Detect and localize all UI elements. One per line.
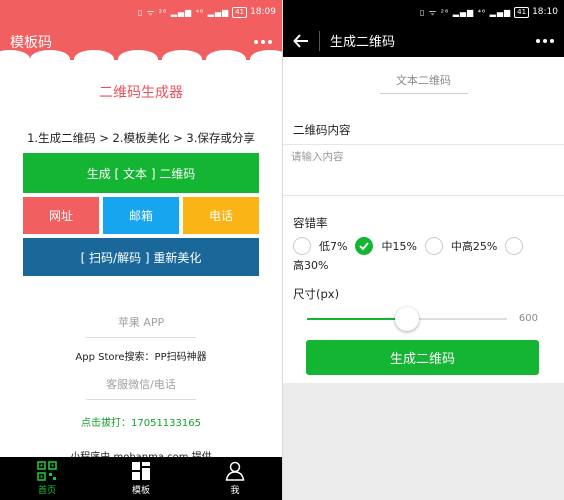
radio-label: 中15%	[381, 240, 417, 253]
header-separator	[319, 30, 320, 51]
size-label: 尺寸(px)	[293, 287, 340, 301]
radio-label: 中高25%	[450, 240, 498, 253]
ec-option-low[interactable]: 低7%	[293, 237, 347, 255]
tab-templates[interactable]: 模板	[94, 457, 188, 500]
status-time: 18:10	[532, 7, 558, 17]
mode-tab-area: 文本二维码	[283, 57, 564, 108]
header-title: 模板码	[10, 35, 52, 51]
size-slider[interactable]: 600	[283, 304, 564, 334]
page-title: 二维码生成器	[99, 85, 183, 101]
ec-option-high-radio[interactable]	[505, 237, 531, 255]
divider	[86, 399, 196, 400]
appstore-search-text: App Store搜索：PP扫码神器	[75, 352, 207, 363]
dial-phone-link[interactable]: 点击拔打：17051133165	[0, 414, 282, 429]
status-bar: ▯ ᯤ ²⁶ ▂▄▆ ⁴⁶ ▂▄▆ 41 18:09	[0, 0, 282, 24]
generate-qr-screen: ▯ ᯤ ²⁶ ▂▄▆ ⁴⁶ ▂▄▆ 41 18:10 生成二维码 文本二维码 二…	[283, 0, 564, 500]
status-bar: ▯ ᯤ ²⁶ ▂▄▆ ⁴⁶ ▂▄▆ 41 18:10	[283, 0, 564, 24]
content-label: 二维码内容	[293, 123, 351, 137]
divider	[86, 337, 196, 338]
scan-decode-button[interactable]: [ 扫码/解码 ] 重新美化	[23, 238, 259, 276]
qrcode-icon	[37, 461, 57, 481]
signal-icons: ▯ ᯤ ²⁶ ▂▄▆ ⁴⁶ ▂▄▆	[419, 7, 512, 17]
tab-label: 模板	[131, 486, 150, 496]
radio-circle[interactable]	[293, 237, 311, 255]
content-input[interactable]: 请输入内容	[283, 144, 564, 196]
app-header: 生成二维码	[283, 24, 564, 57]
battery-icon: 41	[514, 6, 530, 18]
slider-fill	[307, 318, 407, 320]
battery-icon: 41	[232, 6, 248, 18]
email-button[interactable]: 邮箱	[103, 197, 179, 234]
url-button[interactable]: 网址	[23, 197, 99, 234]
tab-label: 我	[230, 486, 240, 496]
bottom-tab-bar: 首页 模板 我	[0, 457, 282, 500]
type-buttons-row: 网址 邮箱 电话	[23, 197, 259, 234]
header-title: 生成二维码	[330, 35, 396, 50]
phone-button[interactable]: 电话	[183, 197, 259, 234]
ec-option-medium[interactable]: 中15%	[355, 237, 417, 255]
apple-app-label: 苹果 APP	[117, 316, 165, 329]
tab-text-qr[interactable]: 文本二维码	[396, 72, 451, 88]
tab-label: 首页	[37, 486, 56, 496]
home-screen: ▯ ᯤ ²⁶ ▂▄▆ ⁴⁶ ▂▄▆ 41 18:09 模板码 二维码生成器 1.…	[0, 0, 282, 500]
ec-option-high-label: 高30%	[293, 259, 329, 272]
radio-circle[interactable]	[424, 237, 443, 255]
tab-home[interactable]: 首页	[0, 457, 94, 500]
generate-qr-button[interactable]: 生成二维码	[306, 340, 539, 375]
radio-label: 低7%	[319, 240, 348, 253]
status-time: 18:09	[250, 7, 276, 17]
ec-option-medium-high[interactable]: 中高25%	[424, 237, 498, 255]
radio-circle[interactable]	[505, 237, 524, 255]
user-icon	[225, 461, 245, 481]
empty-area	[283, 383, 564, 500]
steps-text: 1.生成二维码 > 2.模板美化 > 3.保存或分享	[27, 131, 255, 145]
generate-text-qr-button[interactable]: 生成 [ 文本 ] 二维码	[23, 153, 259, 193]
service-contact-label: 客服微信/电话	[106, 378, 176, 391]
radio-checked-icon[interactable]	[355, 237, 374, 255]
slider-thumb[interactable]	[395, 307, 419, 331]
error-correction-label: 容错率	[293, 216, 328, 230]
size-value: 600	[518, 313, 538, 324]
tab-me[interactable]: 我	[188, 457, 282, 500]
signal-icons: ▯ ᯤ ²⁶ ▂▄▆ ⁴⁶ ▂▄▆	[137, 7, 230, 17]
more-icon[interactable]	[536, 38, 554, 43]
back-arrow-icon[interactable]	[293, 33, 309, 49]
more-icon[interactable]	[254, 40, 272, 44]
tab-underline	[379, 92, 468, 94]
grid-icon	[132, 462, 150, 480]
header-scallop-decoration	[0, 50, 282, 70]
error-correction-options: 低7% 中15% 中高25% 高30%	[283, 237, 564, 273]
